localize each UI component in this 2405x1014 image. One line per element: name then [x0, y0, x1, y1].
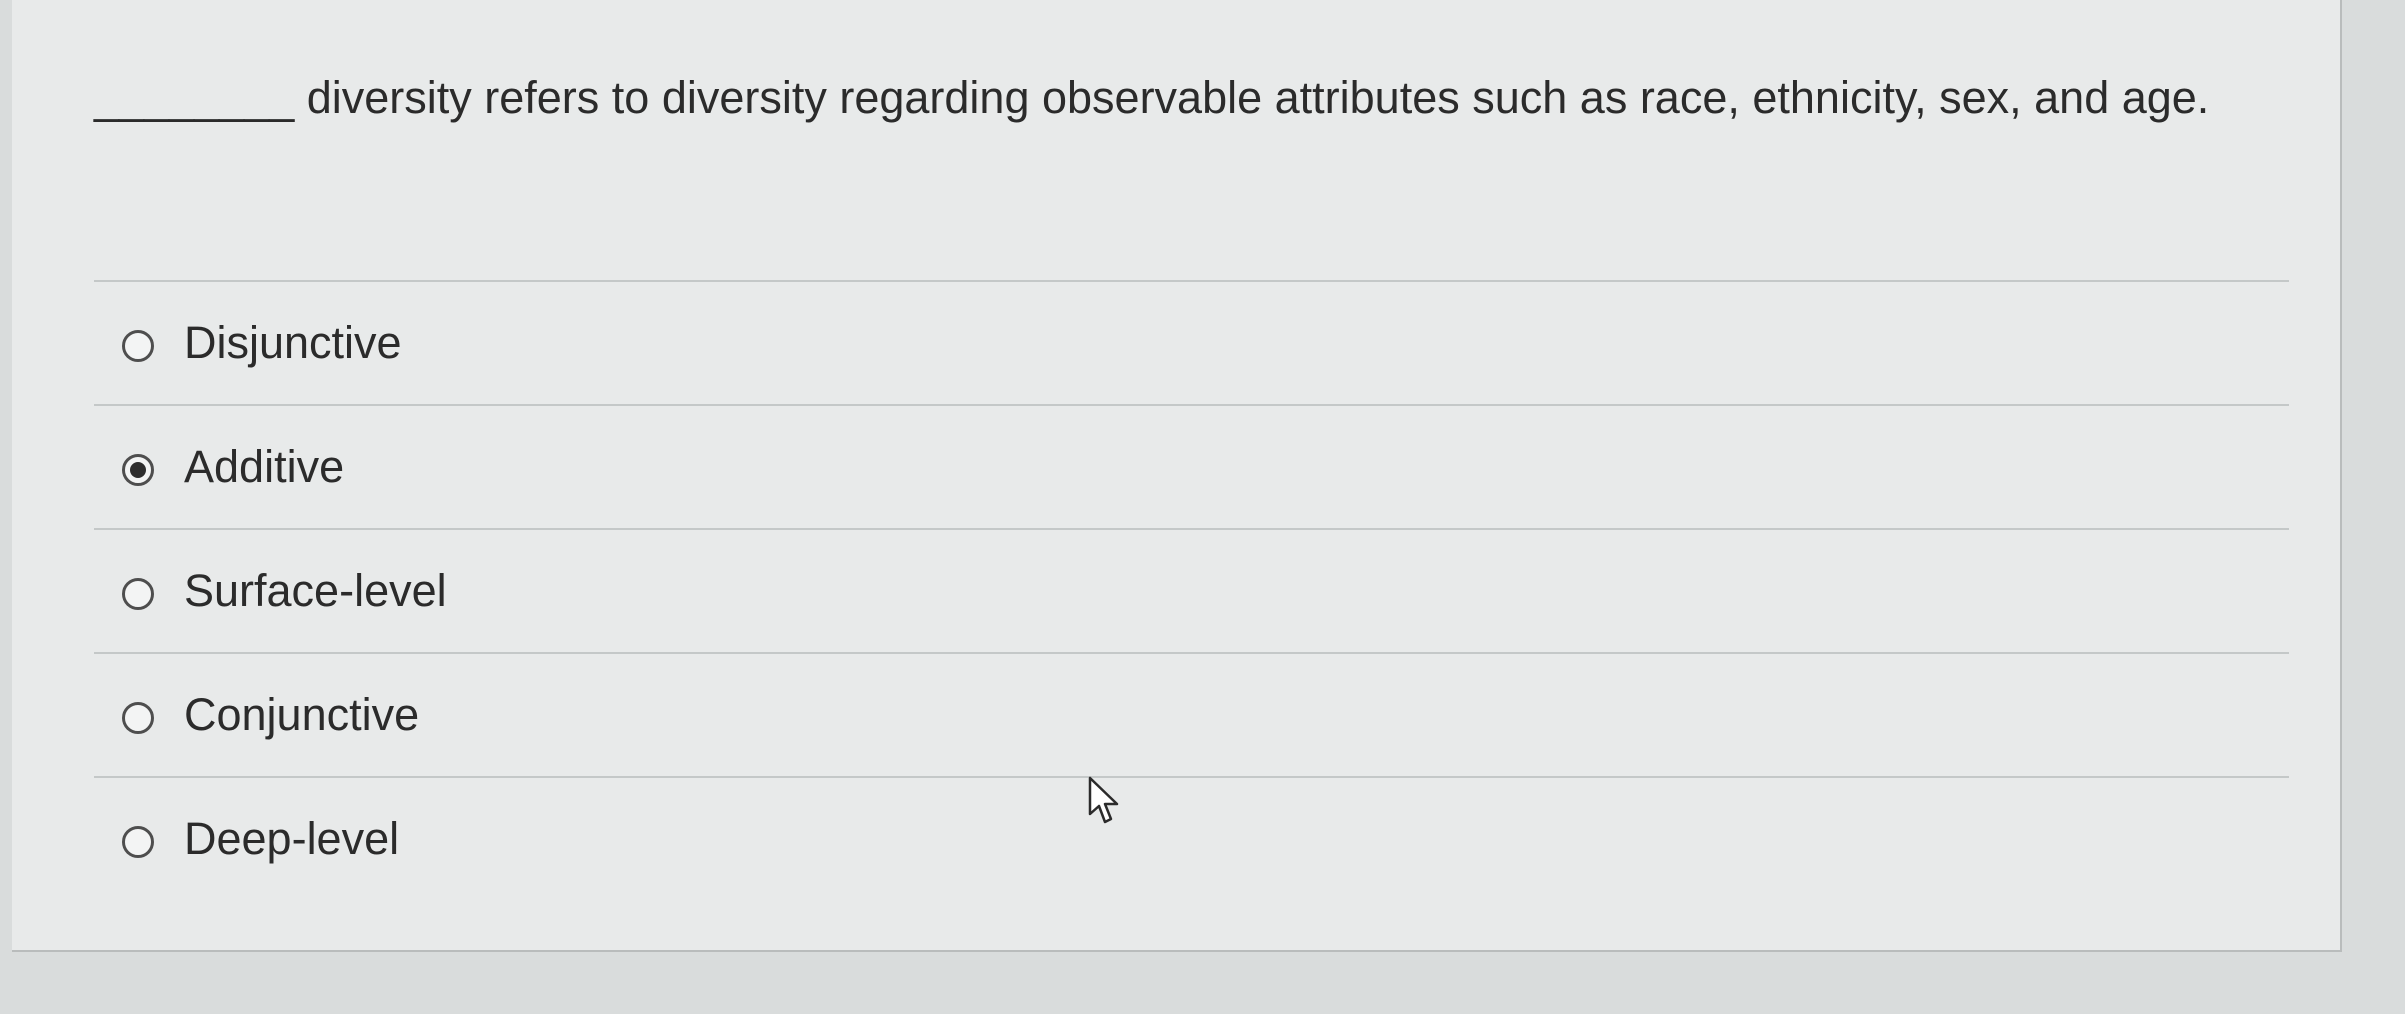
- question-text: ________ diversity refers to diversity r…: [94, 72, 2210, 123]
- answer-options: Disjunctive Additive Surface-level Conju…: [94, 280, 2289, 900]
- option-label[interactable]: Conjunctive: [184, 687, 419, 743]
- option-label[interactable]: Deep-level: [184, 811, 399, 867]
- radio-unselected-icon[interactable]: [122, 702, 154, 734]
- option-surface-level[interactable]: Surface-level: [94, 530, 2289, 652]
- option-label[interactable]: Additive: [184, 439, 344, 495]
- option-deep-level[interactable]: Deep-level: [94, 778, 2289, 900]
- option-label[interactable]: Disjunctive: [184, 315, 402, 371]
- radio-unselected-icon[interactable]: [122, 578, 154, 610]
- radio-selected-icon[interactable]: [122, 454, 154, 486]
- question-card: ________ diversity refers to diversity r…: [12, 0, 2342, 952]
- option-label[interactable]: Surface-level: [184, 563, 447, 619]
- option-additive[interactable]: Additive: [94, 406, 2289, 528]
- radio-unselected-icon[interactable]: [122, 330, 154, 362]
- radio-unselected-icon[interactable]: [122, 826, 154, 858]
- option-disjunctive[interactable]: Disjunctive: [94, 282, 2289, 404]
- mouse-pointer-icon: [1088, 776, 1119, 824]
- option-conjunctive[interactable]: Conjunctive: [94, 654, 2289, 776]
